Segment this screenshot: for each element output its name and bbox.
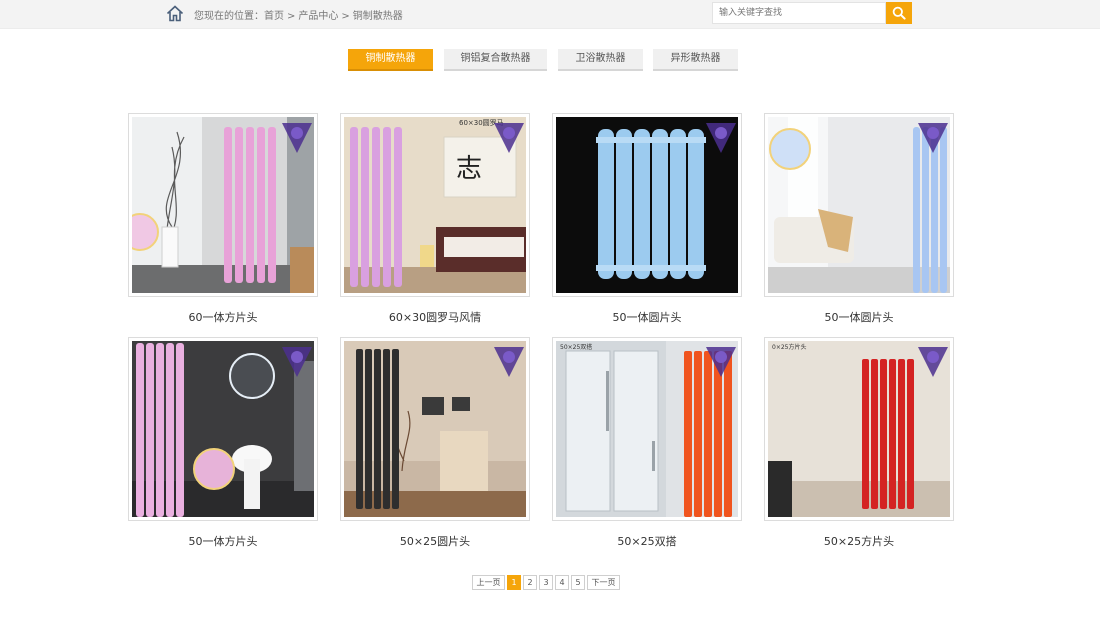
product-name[interactable]: 50×25方片头 bbox=[764, 533, 954, 549]
page-2-button[interactable]: 2 bbox=[523, 575, 537, 590]
product-card[interactable]: 0×25方片头 50×25方片头 bbox=[764, 337, 954, 548]
breadcrumb-separator: > bbox=[341, 11, 350, 22]
product-image[interactable] bbox=[128, 113, 318, 297]
product-image[interactable]: 志 60×30圆罗马 bbox=[340, 113, 530, 297]
prev-page-button[interactable]: 上一页 bbox=[472, 575, 505, 590]
tab-bathroom-radiator[interactable]: 卫浴散热器 bbox=[558, 49, 643, 69]
product-card[interactable]: 50一体圆片头 bbox=[764, 113, 954, 324]
product-image[interactable] bbox=[552, 113, 742, 297]
svg-text:志: 志 bbox=[456, 154, 482, 184]
product-name[interactable]: 50×25圆片头 bbox=[340, 533, 530, 549]
product-card[interactable]: 50×25圆片头 bbox=[340, 337, 530, 548]
breadcrumb-current: 铜制散热器 bbox=[352, 11, 403, 22]
search-icon bbox=[892, 6, 906, 20]
page-5-button[interactable]: 5 bbox=[571, 575, 585, 590]
product-name[interactable]: 60一体方片头 bbox=[128, 309, 318, 325]
next-page-button[interactable]: 下一页 bbox=[587, 575, 620, 590]
breadcrumb: 您现在的位置：首页 > 产品中心 > 铜制散热器 bbox=[194, 7, 403, 22]
home-icon[interactable] bbox=[166, 5, 184, 22]
tab-copper-radiator[interactable]: 铜制散热器 bbox=[348, 49, 433, 69]
product-card[interactable]: 60一体方片头 bbox=[128, 113, 318, 324]
product-card[interactable]: 50一体圆片头 bbox=[552, 113, 742, 324]
breadcrumb-home-link[interactable]: 首页 bbox=[264, 11, 284, 22]
tab-copper-aluminum-radiator[interactable]: 铜铝复合散热器 bbox=[444, 49, 547, 69]
page-3-button[interactable]: 3 bbox=[539, 575, 553, 590]
search-input[interactable] bbox=[712, 2, 886, 24]
page-4-button[interactable]: 4 bbox=[555, 575, 569, 590]
product-card[interactable]: 志 60×30圆罗马 60×30圆罗马风情 bbox=[340, 113, 530, 324]
breadcrumb-prefix: 您现在的位置： bbox=[194, 11, 264, 22]
product-image[interactable]: 50×25双搭 bbox=[552, 337, 742, 521]
product-name[interactable]: 50一体圆片头 bbox=[552, 309, 742, 325]
product-image[interactable] bbox=[128, 337, 318, 521]
product-name[interactable]: 50一体方片头 bbox=[128, 533, 318, 549]
photo-label: 50×25双搭 bbox=[560, 343, 592, 351]
breadcrumb-products-link[interactable]: 产品中心 bbox=[298, 11, 338, 22]
product-image[interactable] bbox=[340, 337, 530, 521]
product-card[interactable]: 50×25双搭 50×25双搭 bbox=[552, 337, 742, 548]
photo-label: 0×25方片头 bbox=[772, 343, 806, 351]
page-1-button[interactable]: 1 bbox=[507, 575, 521, 590]
product-name[interactable]: 60×30圆罗马风情 bbox=[340, 309, 530, 325]
product-name[interactable]: 50一体圆片头 bbox=[764, 309, 954, 325]
top-bar: 您现在的位置：首页 > 产品中心 > 铜制散热器 bbox=[0, 0, 1100, 29]
pagination: 上一页 1 2 3 4 5 下一页 bbox=[472, 575, 620, 590]
breadcrumb-separator: > bbox=[287, 11, 296, 22]
product-card[interactable]: 50一体方片头 bbox=[128, 337, 318, 548]
product-name[interactable]: 50×25双搭 bbox=[552, 533, 742, 549]
category-tabs: 铜制散热器 铜铝复合散热器 卫浴散热器 异形散热器 bbox=[0, 49, 1100, 71]
search-button[interactable] bbox=[886, 2, 912, 24]
product-image[interactable]: 0×25方片头 bbox=[764, 337, 954, 521]
tab-special-shape-radiator[interactable]: 异形散热器 bbox=[653, 49, 738, 69]
product-image[interactable] bbox=[764, 113, 954, 297]
